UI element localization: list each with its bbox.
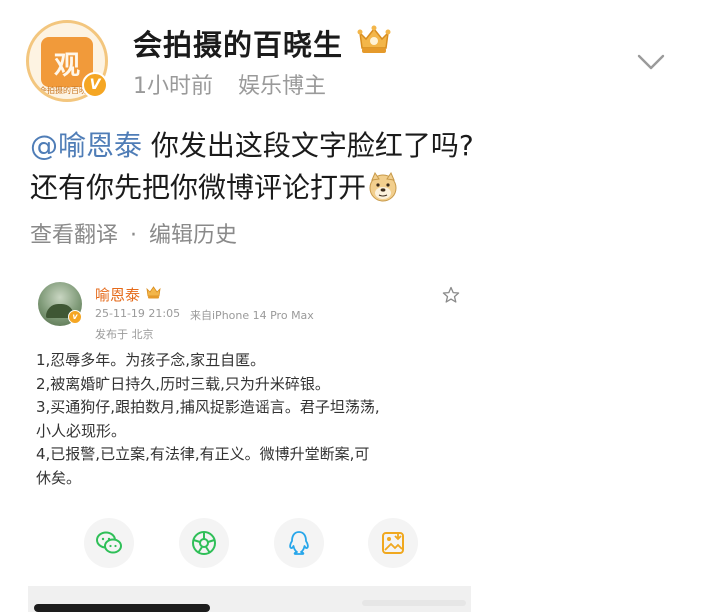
- post-text: @喻恩泰 你发出这段文字脸红了吗? 还有你先把你微博评论打开: [30, 125, 474, 209]
- wechat-icon: [96, 531, 122, 554]
- embedded-location: 发布于 北京: [95, 328, 154, 341]
- share-qq-button: [274, 518, 324, 568]
- embedded-line: 1,忍辱多年。为孩子念,家丑自匿。: [36, 351, 266, 369]
- home-indicator: [34, 604, 210, 612]
- post-actions-row: 查看翻译 · 编辑历史: [30, 217, 237, 249]
- post-time: 1小时前: [133, 74, 213, 99]
- share-wechat-button: [84, 518, 134, 568]
- embedded-screenshot[interactable]: v 喻恩泰 25-11-19 21:05 来自iPhone 14 Pro Max…: [28, 270, 471, 612]
- embedded-line: 3,买通狗仔,跟拍数月,捕风捉影造谣言。君子坦荡荡,: [36, 398, 380, 416]
- mention-link[interactable]: @喻恩泰: [30, 129, 142, 162]
- crown-badge-icon: [357, 25, 391, 53]
- translate-link[interactable]: 查看翻译: [30, 223, 118, 248]
- moments-icon: [192, 531, 216, 555]
- share-row: [28, 518, 471, 578]
- share-moments-button: [179, 518, 229, 568]
- embedded-line: 4,已报警,已立案,有法律,有正义。微博升堂断案,可: [36, 445, 370, 463]
- embedded-line: 休矣。: [36, 468, 82, 487]
- chevron-down-icon[interactable]: [636, 50, 666, 74]
- embedded-line: 小人必现形。: [36, 421, 127, 440]
- embedded-crown-icon: [146, 286, 161, 299]
- star-icon: [442, 286, 460, 303]
- save-image-button: [368, 518, 418, 568]
- embedded-author-name: 喻恩泰: [95, 286, 141, 304]
- embedded-source: 来自iPhone 14 Pro Max: [190, 309, 314, 322]
- author-label: 娱乐博主: [238, 74, 327, 99]
- embedded-line: 2,被离婚旷日持久,历时三载,只为升米碎银。: [36, 374, 330, 393]
- save-image-icon: [382, 532, 404, 554]
- qq-icon: [289, 531, 309, 555]
- separator-dot: ·: [130, 223, 138, 248]
- verified-badge-icon: V: [82, 72, 108, 98]
- edit-history-link[interactable]: 编辑历史: [149, 223, 237, 248]
- author-name[interactable]: 会拍摄的百晓生: [133, 22, 343, 64]
- embedded-verified-icon: v: [68, 310, 82, 324]
- embedded-time: 25-11-19 21:05: [95, 307, 181, 320]
- post-line-2: 还有你先把你微博评论打开: [30, 171, 367, 204]
- watermark-icon: [362, 600, 466, 606]
- post-line-1: 你发出这段文字脸红了吗?: [142, 129, 474, 162]
- doge-emoji-icon: [369, 172, 397, 202]
- embedded-body: 1,忍辱多年。为孩子念,家丑自匿。 2,被离婚旷日持久,历时三载,只为升米碎银。…: [36, 349, 466, 490]
